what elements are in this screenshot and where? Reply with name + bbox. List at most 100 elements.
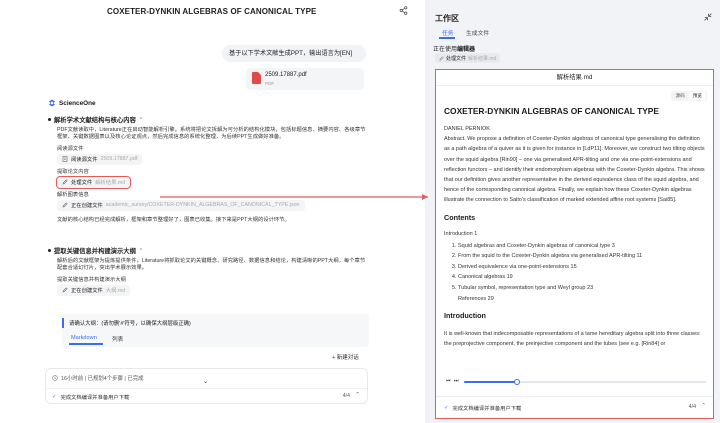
assistant-brand: ScienceOne (48, 99, 96, 107)
step-conclusion: 文献的核心结构已经完成解析，框架和章节整理好了，图表已收集。接下来是PPT大纲的… (57, 216, 290, 223)
collapse-icon[interactable] (704, 13, 712, 21)
status-task: 完成文档编译并准备用户下载 (60, 395, 130, 401)
divider (46, 388, 367, 389)
toc-item: Derived equivalence via one-point-extens… (458, 262, 706, 273)
step-build-outline: 提取关键信息并构建演示大纲 ⌃ 解析后的文献框架为提炼提供条件，Literatu… (48, 246, 368, 296)
chevron-up-icon[interactable]: ⌃ (701, 403, 706, 409)
tool-chip-file: 解析结果.md (468, 55, 497, 62)
chat-pane: COXETER-DYNKIN ALGEBRAS OF CANONICAL TYP… (0, 0, 418, 423)
step-header[interactable]: 提取关键信息并构建演示大纲 ⌃ (48, 246, 368, 255)
next-icon[interactable]: ⏭ (454, 378, 459, 384)
tool-chip-file: 解析结果.md (95, 180, 126, 187)
step-parse-structure: 解析学术文献结构与核心内容 ⌃ PDF文献读取中，Literature正在启动智… (48, 115, 368, 223)
user-message: 基于以下学术文献生成PPT，输出语言为[EN] (222, 45, 366, 62)
toc-introduction: Introduction 1 (444, 230, 478, 237)
workspace-title: 工作区 (435, 14, 459, 23)
progress-fill (464, 381, 518, 383)
tool-chip-label: 正在创建文件 (71, 288, 103, 295)
edit-icon (439, 55, 444, 61)
status-summary-row: 16小时前 | 已规划4个步骤 | 已完成 (52, 374, 143, 382)
step-title: 解析学术文献结构与核心内容 (54, 117, 136, 124)
tab-markdown[interactable]: Markdown (71, 335, 97, 341)
tool-chip-create[interactable]: 正在创建文件 academic_survey/COXETER-DYNKIN_AL… (57, 199, 305, 211)
tool-chip-label: 阅读源文件 (71, 157, 98, 164)
chevron-up-icon[interactable]: ⌃ (355, 392, 360, 398)
progress-track[interactable] (464, 379, 706, 385)
new-chat-button[interactable]: + 新建对话 (332, 353, 359, 361)
toggle-preview[interactable]: 预览 (688, 92, 706, 100)
toc-item: Tubular symbol, representation type and … (458, 283, 706, 294)
playback-bar: ⏮ ⏭ (444, 377, 708, 387)
substep-label: 阅读源文件 (57, 145, 84, 152)
viewer-filename: 解析结果.md (436, 70, 713, 86)
toc-item: From the squid to the Coxeter-Dynkin alg… (458, 251, 706, 262)
outline-confirm-panel: 请确认大纲：(请勿删'#'符号，以确保大纲层级正确) Markdown 列表 (62, 314, 369, 347)
workspace-tool-chip[interactable]: 处理文件 解析结果.md (435, 53, 501, 63)
check-icon: ✓ (444, 405, 449, 411)
chevron-down-icon[interactable]: ⌄ (203, 378, 208, 385)
document-author: DANIEL PERNIOK (444, 126, 490, 132)
conversation-title: COXETER-DYNKIN ALGEBRAS OF CANONICAL TYP… (107, 7, 317, 16)
progress-knob[interactable] (514, 379, 521, 385)
substep-label: 提取论文内容 (57, 168, 89, 175)
attachment-card[interactable]: 2509.17887.pdf PDF (246, 68, 364, 90)
status-task-row: ✓ 完成文档编译并准备用户下载 (52, 393, 129, 401)
attachment-type: PDF (265, 81, 275, 86)
markdown-preview: COXETER-DYNKIN ALGEBRAS OF CANONICAL TYP… (444, 106, 706, 376)
pdf-file-icon (252, 72, 261, 84)
current-tool-label: 正在使用编辑器 (433, 44, 475, 53)
scienceone-logo-icon (49, 99, 55, 107)
document-icon (62, 156, 68, 163)
attachment-name: 2509.17887.pdf (265, 72, 307, 78)
toc-item: Squid algebras and Coxeter-Dynkin algebr… (458, 241, 706, 252)
step-description: 解析后的文献框架为提炼提供条件，Literature将抓取论文的关键概念、研究路… (57, 258, 366, 272)
tool-chip-label: 处理文件 (71, 180, 93, 187)
toc-list: Squid algebras and Coxeter-Dynkin algebr… (458, 241, 706, 294)
edit-icon (62, 287, 68, 293)
share-icon[interactable] (399, 6, 408, 15)
footer-task-row: ✓ 完成文档编译并准备用户下载 (444, 404, 521, 412)
tab-task[interactable]: 任务 (442, 28, 454, 37)
viewer-footer: ✓ 完成文档编译并准备用户下载 4/4 ⌃ (436, 396, 713, 418)
brand-name: ScienceOne (59, 99, 96, 107)
tool-chip-label: 处理文件 (446, 55, 467, 62)
toc-references: References 29 (458, 295, 494, 302)
edit-icon (62, 202, 68, 208)
file-viewer: 解析结果.md 源码 预览 COXETER-DYNKIN ALGEBRAS OF… (435, 69, 714, 419)
tool-chip-file: 2509.17887.pdf (100, 156, 138, 163)
tool-chip-process[interactable]: 处理文件 解析结果.md (55, 175, 132, 189)
substep-label: 提取关键信息并构建演示大纲 (57, 276, 126, 283)
footer-task: 完成文档编译并准备用户下载 (452, 406, 522, 412)
previous-icon[interactable]: ⏮ (446, 378, 451, 384)
bullet-icon (48, 249, 51, 252)
tool-chip-read[interactable]: 阅读源文件 2509.17887.pdf (57, 153, 143, 165)
active-tab-indicator (439, 37, 455, 39)
tab-list[interactable]: 列表 (112, 335, 123, 343)
check-icon: ✓ (52, 394, 57, 400)
document-abstract: Abstract. We propose a definition of Cox… (444, 136, 705, 204)
step-title: 提取关键信息并构建演示大纲 (54, 248, 136, 255)
confirm-instruction: 请确认大纲：(请勿删'#'符号，以确保大纲层级正确) (69, 321, 191, 327)
introduction-text: It is well-known that indecomposable rep… (444, 331, 701, 348)
active-tab-indicator (69, 343, 103, 345)
chevron-up-icon[interactable]: ⌃ (139, 248, 143, 254)
task-status-card: 16小时前 | 已规划4个步骤 | 已完成 ⌄ ✓ 完成文档编译并准备用户下载 … (45, 368, 368, 404)
tool-chip-file: 大纲.md (105, 288, 126, 295)
step-header[interactable]: 解析学术文献结构与核心内容 ⌃ (48, 115, 368, 124)
contents-heading: Contents (444, 212, 476, 222)
status-count: 4/4 (342, 393, 350, 399)
tool-chip-create[interactable]: 正在创建文件 大纲.md (57, 284, 131, 296)
footer-count: 4/4 (688, 404, 696, 410)
edit-icon (62, 179, 68, 185)
tool-chip-label: 正在创建文件 (71, 203, 103, 210)
introduction-heading: Introduction (444, 311, 486, 321)
tool-chip-file: academic_survey/COXETER-DYNKIN_ALGEBRAS_… (105, 202, 300, 209)
chevron-up-icon[interactable]: ⌃ (139, 117, 143, 123)
status-summary: 16小时前 | 已规划4个步骤 | 已完成 (61, 376, 144, 382)
view-mode-toggle: 源码 预览 (670, 91, 707, 101)
bullet-icon (48, 118, 51, 121)
clock-icon (52, 375, 58, 381)
tab-generated-files[interactable]: 生成文件 (466, 28, 489, 37)
toggle-source[interactable]: 源码 (672, 92, 689, 100)
step-description: PDF文献读取中，Literature正在启动智能解析引擎。系统将把论文拆解为可… (57, 127, 366, 141)
